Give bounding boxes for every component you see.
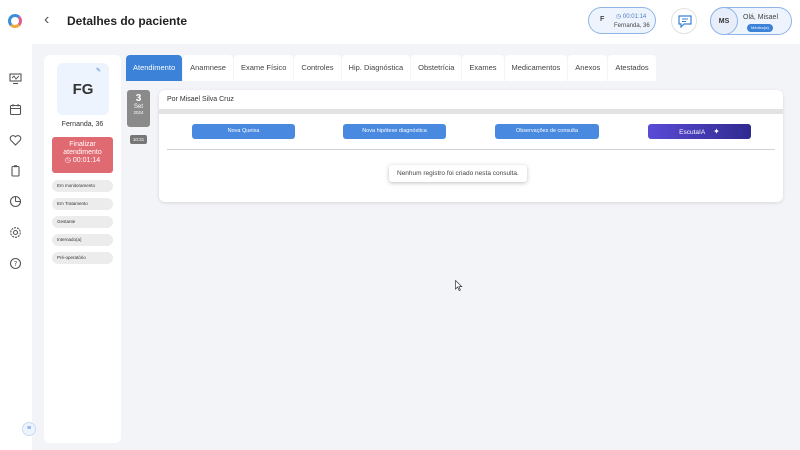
tab-atestados[interactable]: Atestados: [608, 55, 656, 81]
tag-hospitalized[interactable]: Internado(a): [52, 234, 113, 246]
tab-hip-diagnostica[interactable]: Hip. Diagnóstica: [341, 55, 411, 81]
date-day: 3: [135, 93, 142, 104]
settings-icon[interactable]: [9, 226, 22, 239]
escuta-ia-button[interactable]: EscutaIA ✦: [648, 124, 751, 139]
consultation-date: 3 Set 2024: [127, 90, 150, 127]
tab-obstetricia[interactable]: Obstetrícia: [411, 55, 462, 81]
chat-button[interactable]: [671, 8, 697, 34]
finish-timer: ◷ 00:01:14: [64, 157, 101, 164]
finish-consultation-button[interactable]: Finalizar atendimento ◷ 00:01:14: [52, 137, 113, 173]
tab-exame-fisico[interactable]: Exame Físico: [233, 55, 294, 81]
tab-anexos[interactable]: Anexos: [568, 55, 608, 81]
chat-icon: [678, 15, 692, 28]
tab-controles[interactable]: Controles: [294, 55, 341, 81]
active-consultation-pill[interactable]: F ◷ 00:01:14 Fernanda, 36: [588, 7, 656, 34]
help-icon[interactable]: ?: [9, 257, 22, 270]
timer-patient-name: Fernanda, 36: [614, 23, 650, 29]
new-hypothesis-button[interactable]: Nova hipótese diagnóstica: [343, 124, 446, 139]
role-badge: Médico(a): [747, 24, 773, 32]
edit-icon[interactable]: ✎: [96, 67, 101, 74]
patient-name: Fernanda, 36: [61, 121, 104, 128]
escuta-ia-label: EscutaIA: [679, 129, 706, 136]
left-nav: ?: [0, 44, 32, 450]
app-logo-icon[interactable]: [8, 14, 22, 28]
avatar: MS: [710, 7, 738, 35]
tag-treatment[interactable]: Em Tratamento: [52, 198, 113, 210]
top-bar: ‹ Detalhes do paciente F ◷ 00:01:14 Fern…: [0, 0, 800, 44]
tag-monitoring[interactable]: Em monitoramento: [52, 180, 113, 192]
finish-label-2: atendimento: [63, 149, 102, 156]
monitor-icon[interactable]: [9, 72, 22, 85]
user-greeting: Olá, Misael: [743, 14, 779, 21]
calendar-icon[interactable]: [9, 103, 22, 116]
tag-pre-operative[interactable]: Pré-operatório: [52, 252, 113, 264]
consultation-panel: Por Misael Silva Cruz Nova Queixa Nova h…: [159, 90, 783, 202]
tab-exames[interactable]: Exames: [462, 55, 504, 81]
consultation-time: 10:31: [130, 135, 147, 144]
new-complaint-button[interactable]: Nova Queixa: [192, 124, 295, 139]
patient-avatar: FG: [57, 63, 109, 115]
patient-letter: F: [600, 16, 605, 23]
page-title: Detalhes do paciente: [67, 14, 188, 28]
mouse-cursor-icon: [455, 280, 463, 291]
author-divider: [159, 109, 783, 114]
consultation-notes-button[interactable]: Observações de consulta: [495, 124, 599, 139]
user-menu[interactable]: MS Olá, Misael Médico(a): [710, 7, 792, 35]
back-arrow-icon[interactable]: ‹: [44, 11, 49, 29]
svg-text:?: ?: [14, 260, 18, 268]
actions-divider: [167, 149, 775, 150]
tab-bar: Atendimento Anamnese Exame Físico Contro…: [126, 55, 657, 81]
tab-atendimento[interactable]: Atendimento: [126, 55, 183, 81]
tag-pregnant[interactable]: Gestante: [52, 216, 113, 228]
sidebar-toggle-icon[interactable]: ≡: [22, 422, 36, 436]
clipboard-icon[interactable]: [9, 164, 22, 177]
consultation-author: Por Misael Silva Cruz: [167, 96, 234, 103]
timer-elapsed: ◷ 00:01:14: [616, 14, 647, 20]
heart-icon[interactable]: [9, 134, 22, 147]
sparkle-icon: ✦: [713, 127, 720, 136]
empty-state-message: Nenhum registro foi criado nesta consult…: [389, 165, 527, 182]
date-year: 2024: [133, 110, 144, 115]
finish-label-1: Finalizar: [69, 141, 96, 148]
patient-card: FG ✎ Fernanda, 36 Finalizar atendimento …: [44, 55, 121, 443]
tab-anamnese[interactable]: Anamnese: [183, 55, 233, 81]
tab-medicamentos[interactable]: Medicamentos: [504, 55, 568, 81]
pie-chart-icon[interactable]: [9, 195, 22, 208]
